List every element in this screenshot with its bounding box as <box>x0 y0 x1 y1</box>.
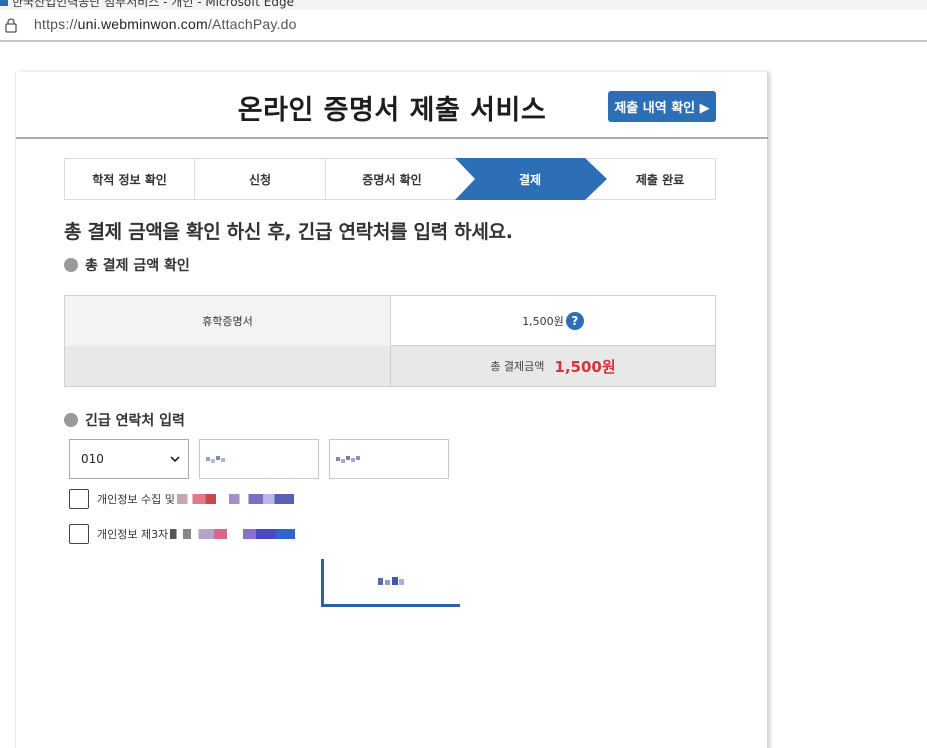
third-party-agreement: 개인정보 제3자 <box>69 524 301 544</box>
step-academic-info: 학적 정보 확인 <box>65 159 195 199</box>
redacted-text <box>170 529 301 539</box>
redacted-text <box>336 457 340 461</box>
section-bullet-icon <box>64 413 78 427</box>
third-party-checkbox[interactable] <box>69 524 89 544</box>
browser-app-icon <box>0 0 8 6</box>
phone-last-input[interactable] <box>329 439 449 479</box>
lock-icon[interactable] <box>4 17 18 33</box>
step-progress-bar: 학적 정보 확인 신청 증명서 확인 결제 제출 완료 <box>64 158 716 200</box>
step-payment: 결제 <box>470 159 590 199</box>
amount-section-heading: 총 결제 금액 확인 <box>64 255 190 275</box>
service-card: 온라인 증명서 제출 서비스 제출 내역 확인 ▶ 학적 정보 확인 신청 증명… <box>15 72 768 748</box>
redacted-text <box>176 494 307 504</box>
submission-history-button[interactable]: 제출 내역 확인 ▶ <box>608 91 716 122</box>
chevron-down-icon <box>170 456 180 463</box>
step-complete: 제출 완료 <box>605 159 715 199</box>
redacted-text <box>399 579 404 585</box>
window-title: 한국산업인력공단 첨부서비스 - 개인 - Microsoft Edge <box>12 0 294 9</box>
section-bullet-icon <box>64 258 78 272</box>
step-label: 신청 <box>248 172 272 187</box>
step-label: 제출 완료 <box>635 172 685 187</box>
redacted-text <box>211 459 215 463</box>
page-content: 온라인 증명서 제출 서비스 제출 내역 확인 ▶ 학적 정보 확인 신청 증명… <box>0 42 927 748</box>
agreement-label: 개인정보 제3자 <box>97 528 169 541</box>
redacted-text <box>341 459 345 463</box>
redacted-text <box>385 580 390 585</box>
total-cell: 총 결제금액 1,500원 <box>391 346 715 386</box>
item-price-cell: 1,500원 ? <box>391 296 715 346</box>
redacted-text <box>206 457 210 461</box>
url-scheme: https:// <box>34 16 78 32</box>
phone-middle-input[interactable] <box>199 439 319 479</box>
total-label: 총 결제금액 <box>490 360 545 373</box>
section-heading-text: 총 결제 금액 확인 <box>85 258 190 274</box>
service-header: 온라인 증명서 제출 서비스 제출 내역 확인 ▶ <box>16 72 768 139</box>
section-heading-text: 긴급 연락처 입력 <box>85 413 185 429</box>
redacted-text <box>356 456 360 460</box>
url-text[interactable]: https://uni.webminwon.com/AttachPay.do <box>34 16 297 32</box>
agreement-label: 개인정보 수집 및 <box>97 493 175 506</box>
step-label: 결제 <box>518 172 542 187</box>
item-name-cell: 휴학증명서 <box>65 296 391 346</box>
redacted-text <box>392 577 398 585</box>
browser-title-bar: 한국산업인력공단 첨부서비스 - 개인 - Microsoft Edge <box>0 0 927 10</box>
instruction-text: 총 결제 금액을 확인 하신 후, 긴급 연락처를 입력 하세요. <box>64 221 513 243</box>
empty-cell <box>65 346 391 386</box>
step-certificate-check: 증명서 확인 <box>326 159 458 199</box>
redacted-text <box>216 456 220 460</box>
step-label: 학적 정보 확인 <box>92 172 167 187</box>
privacy-collect-agreement: 개인정보 수집 및 <box>69 489 307 509</box>
redacted-text <box>351 458 355 462</box>
url-host: uni.webminwon.com <box>77 16 208 32</box>
url-path: /AttachPay.do <box>207 16 297 32</box>
table-row: 휴학증명서 1,500원 ? <box>65 296 715 346</box>
table-total-row: 총 결제금액 1,500원 <box>65 346 715 386</box>
total-amount: 1,500원 <box>554 357 616 376</box>
payment-amount-table: 휴학증명서 1,500원 ? 총 결제금액 1,500원 <box>64 295 716 387</box>
selected-prefix: 010 <box>81 452 104 466</box>
redacted-text <box>346 456 350 460</box>
item-price: 1,500원 <box>522 315 564 328</box>
submit-button[interactable] <box>321 559 460 607</box>
question-circle-icon[interactable]: ? <box>565 312 584 330</box>
phone-prefix-select[interactable]: 010 <box>69 439 189 479</box>
contact-section-heading: 긴급 연락처 입력 <box>64 410 185 430</box>
step-apply: 신청 <box>195 159 326 199</box>
privacy-collect-checkbox[interactable] <box>69 489 89 509</box>
step-label: 증명서 확인 <box>362 172 422 187</box>
redacted-text <box>221 458 225 462</box>
address-bar[interactable]: https://uni.webminwon.com/AttachPay.do <box>0 10 927 42</box>
redacted-text <box>378 578 383 585</box>
